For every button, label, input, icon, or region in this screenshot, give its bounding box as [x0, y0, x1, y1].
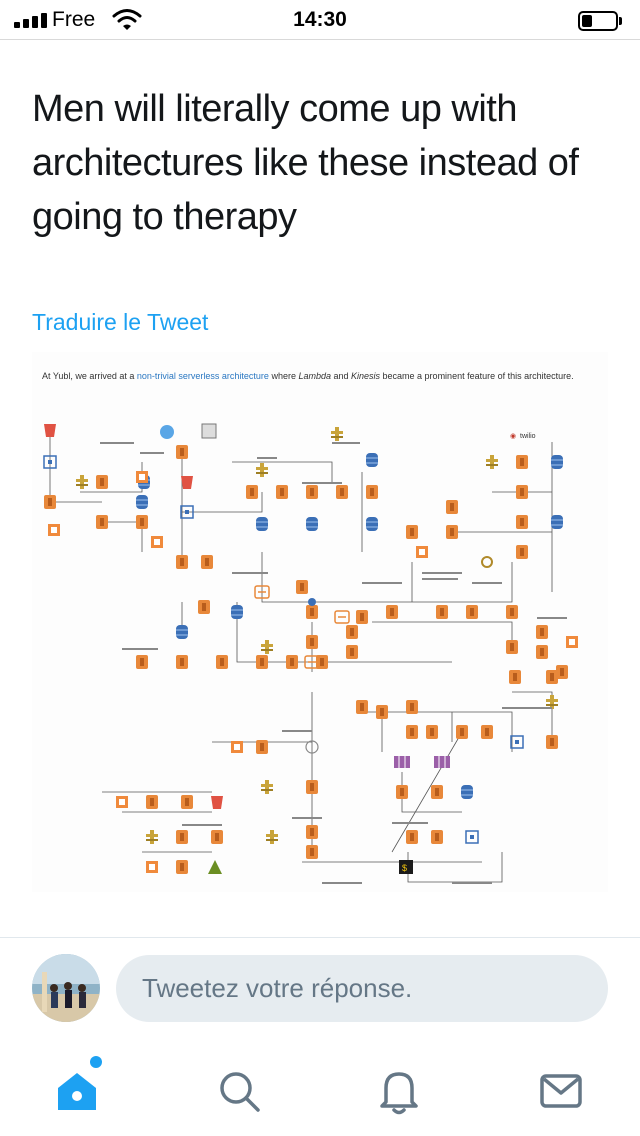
battery-icon — [578, 11, 622, 31]
reply-input[interactable]: Tweetez votre réponse. — [116, 955, 608, 1022]
status-bar: Free 14:30 — [0, 0, 640, 40]
reply-bar: Tweetez votre réponse. — [0, 937, 640, 1047]
svg-text:◉: ◉ — [510, 433, 516, 440]
architecture-diagram: ◉ twilio $ — [43, 423, 578, 884]
svg-text:twilio: twilio — [520, 433, 536, 440]
avatar[interactable] — [32, 954, 100, 1022]
media-caption: At Yubl, we arrived at a non-trivial ser… — [42, 371, 574, 381]
translate-tweet-link[interactable]: Traduire le Tweet — [32, 309, 208, 336]
tweet-media-image[interactable]: At Yubl, we arrived at a non-trivial ser… — [32, 352, 608, 892]
mail-icon[interactable] — [536, 1066, 586, 1116]
bell-icon[interactable] — [374, 1066, 424, 1116]
tweet-text: Men will literally come up with architec… — [32, 88, 579, 238]
svg-text:$: $ — [402, 863, 407, 873]
status-time: 14:30 — [293, 8, 347, 31]
search-icon[interactable] — [214, 1066, 264, 1116]
home-icon[interactable] — [52, 1066, 102, 1116]
new-tweets-indicator — [90, 1056, 102, 1068]
